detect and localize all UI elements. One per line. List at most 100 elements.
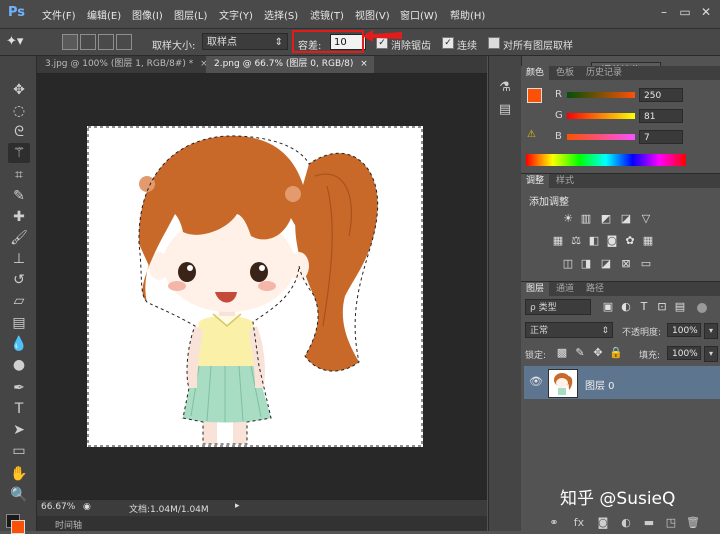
tab-channels[interactable]: 通道 <box>551 282 579 296</box>
menu-window[interactable]: 窗口(W) <box>400 7 438 22</box>
brush-tool-icon[interactable]: 🖌 <box>8 228 30 248</box>
status-menu-icon[interactable]: ◉ <box>83 502 91 512</box>
opacity-input[interactable]: 100% <box>667 323 701 337</box>
lock-transparent-icon[interactable]: ▩ <box>555 346 569 360</box>
smart-object-filter-icon[interactable]: ▤ <box>673 300 687 314</box>
close-button[interactable]: ✕ <box>698 5 714 19</box>
rectangle-tool-icon[interactable]: ▭ <box>8 441 30 461</box>
menu-file[interactable]: 文件(F) <box>42 7 76 22</box>
maximize-button[interactable]: ▭ <box>677 5 693 19</box>
type-filter-icon[interactable]: T <box>637 300 651 314</box>
pen-tool-icon[interactable]: ✒ <box>8 378 30 398</box>
clone-stamp-tool-icon[interactable]: ⊥ <box>8 249 30 269</box>
lock-image-icon[interactable]: ✎ <box>573 346 587 360</box>
brightness-icon[interactable]: ☀ <box>561 212 575 226</box>
color-lookup-icon[interactable]: ▦ <box>641 234 655 248</box>
curves-icon[interactable]: ◩ <box>599 212 613 226</box>
menu-edit[interactable]: 编辑(E) <box>87 7 121 22</box>
history-panel-icon[interactable]: ⚗ <box>497 80 513 96</box>
tab-paths[interactable]: 路径 <box>581 282 609 296</box>
pixel-filter-icon[interactable]: ▣ <box>601 300 615 314</box>
tab-history[interactable]: 历史记录 <box>581 66 627 80</box>
history-brush-tool-icon[interactable]: ↺ <box>8 270 30 290</box>
document-canvas[interactable] <box>87 126 423 447</box>
crop-tool-icon[interactable]: ⌗ <box>8 165 30 185</box>
new-group-icon[interactable]: ▬ <box>642 516 656 530</box>
minimize-button[interactable]: – <box>656 5 672 19</box>
visibility-eye-icon[interactable]: 👁 <box>529 375 543 388</box>
tab-2png[interactable]: 2.png @ 66.7% (图层 0, RGB/8) × <box>206 56 374 73</box>
layer-mask-icon[interactable]: ◙ <box>596 516 610 530</box>
green-slider[interactable] <box>567 113 635 119</box>
tab-layers[interactable]: 图层 <box>521 282 550 296</box>
exposure-icon[interactable]: ◪ <box>619 212 633 226</box>
blend-mode-select[interactable]: 正常 ⇕ <box>525 322 613 338</box>
invert-icon[interactable]: ◫ <box>561 257 575 271</box>
threshold-icon[interactable]: ◪ <box>599 257 613 271</box>
channel-mixer-icon[interactable]: ✿ <box>623 234 637 248</box>
link-layers-icon[interactable]: ⚭ <box>547 516 561 530</box>
posterize-icon[interactable]: ◨ <box>579 257 593 271</box>
menu-select[interactable]: 选择(S) <box>264 7 298 22</box>
red-value[interactable]: 250 <box>639 88 683 102</box>
menu-help[interactable]: 帮助(H) <box>450 7 485 22</box>
type-tool-icon[interactable]: T <box>8 399 30 419</box>
close-icon[interactable]: × <box>360 59 368 69</box>
sample-size-select[interactable]: 取样点 ⇕ <box>202 33 288 50</box>
new-layer-icon[interactable]: ◳ <box>664 516 678 530</box>
tab-swatches[interactable]: 色板 <box>551 66 579 80</box>
path-selection-tool-icon[interactable]: ➤ <box>8 420 30 440</box>
fill-input[interactable]: 100% <box>667 346 701 360</box>
tab-color[interactable]: 颜色 <box>521 66 550 80</box>
dodge-tool-icon[interactable]: ● <box>8 355 30 375</box>
magic-wand-preset-icon[interactable]: ✦▾ <box>6 33 34 51</box>
contiguous-checkbox[interactable]: ✓ <box>442 37 454 49</box>
menu-image[interactable]: 图像(I) <box>132 7 163 22</box>
color-balance-icon[interactable]: ⚖ <box>569 234 583 248</box>
layer-style-icon[interactable]: fx <box>572 516 586 530</box>
photo-filter-icon[interactable]: ◙ <box>605 234 619 248</box>
filter-toggle[interactable] <box>697 303 707 313</box>
subtract-selection-icon[interactable] <box>98 34 114 50</box>
hue-saturation-icon[interactable]: ▦ <box>551 234 565 248</box>
lock-position-icon[interactable]: ✥ <box>591 346 605 360</box>
tab-adjustments[interactable]: 调整 <box>521 174 550 188</box>
adjustment-layer-icon[interactable]: ◐ <box>619 516 633 530</box>
blue-value[interactable]: 7 <box>639 130 683 144</box>
menu-type[interactable]: 文字(Y) <box>219 7 253 22</box>
layer-name[interactable]: 图层 0 <box>585 377 615 392</box>
properties-panel-icon[interactable]: ▤ <box>497 102 513 118</box>
hand-tool-icon[interactable]: ✋ <box>8 464 30 484</box>
menu-layer[interactable]: 图层(L) <box>174 7 207 22</box>
green-value[interactable]: 81 <box>639 109 683 123</box>
lasso-tool-icon[interactable]: ᘓ <box>8 122 30 142</box>
timeline-label[interactable]: 时间轴 <box>55 518 82 531</box>
levels-icon[interactable]: ▥ <box>579 212 593 226</box>
zoom-tool-icon[interactable]: 🔍 <box>8 485 30 505</box>
zoom-level[interactable]: 66.67% <box>41 502 75 512</box>
tab-styles[interactable]: 样式 <box>551 174 579 188</box>
blue-slider[interactable] <box>567 134 635 140</box>
healing-brush-tool-icon[interactable]: ✚ <box>8 207 30 227</box>
adjustment-filter-icon[interactable]: ◐ <box>619 300 633 314</box>
sample-all-layers-checkbox[interactable] <box>488 37 500 49</box>
eyedropper-tool-icon[interactable]: ✎ <box>8 186 30 206</box>
gradient-tool-icon[interactable]: ▤ <box>8 313 30 333</box>
eraser-tool-icon[interactable]: ▱ <box>8 291 30 311</box>
magic-wand-tool-icon[interactable]: ⚚ <box>8 143 30 163</box>
fill-dropdown-icon[interactable]: ▾ <box>704 346 718 362</box>
layer-kind-filter[interactable]: ρ 类型 <box>525 299 591 315</box>
move-tool-icon[interactable]: ✥ <box>8 80 30 100</box>
red-slider[interactable] <box>567 92 635 98</box>
blur-tool-icon[interactable]: 💧 <box>8 334 30 354</box>
marquee-tool-icon[interactable]: ◌ <box>8 101 30 121</box>
gradient-map-icon[interactable]: ▭ <box>639 257 653 271</box>
shape-filter-icon[interactable]: ⊡ <box>655 300 669 314</box>
menu-filter[interactable]: 滤镜(T) <box>310 7 344 22</box>
lock-all-icon[interactable]: 🔒 <box>609 346 623 360</box>
tab-3jpg[interactable]: 3.jpg @ 100% (图层 1, RGB/8#) * × <box>37 56 208 73</box>
layer-row[interactable]: 👁 图层 0 <box>524 366 720 399</box>
intersect-selection-icon[interactable] <box>116 34 132 50</box>
color-spectrum[interactable] <box>526 154 686 166</box>
add-selection-icon[interactable] <box>80 34 96 50</box>
